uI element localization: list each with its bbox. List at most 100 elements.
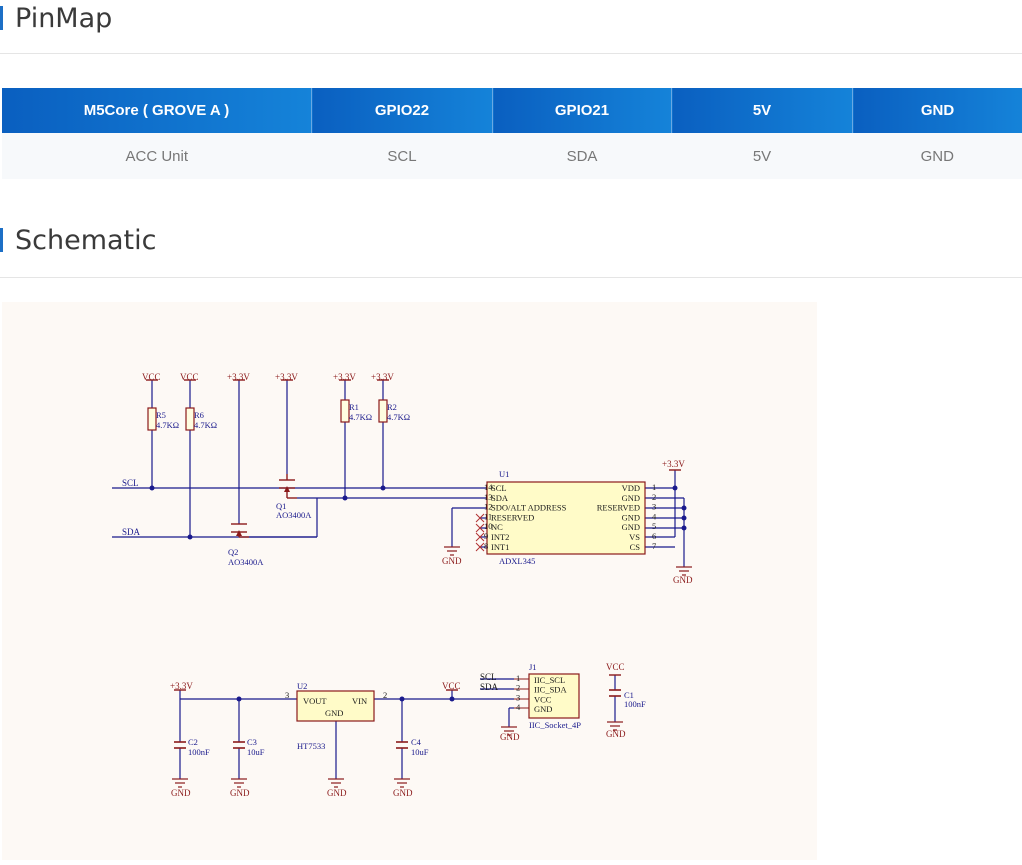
u1-pin-name: SDA: [491, 493, 509, 503]
u1-pin-number: 9: [484, 531, 488, 541]
u1-pin-name: SDO/ALT ADDRESS: [491, 503, 567, 513]
table-cell: 5V: [672, 133, 853, 179]
designator: C3: [247, 737, 257, 747]
u2-pin-number: 2: [383, 690, 387, 700]
column-header: GND: [853, 88, 1022, 133]
u1-pin-number: 14: [484, 482, 493, 492]
heading-accent-bar: [0, 228, 3, 252]
u1-pin-number: 2: [652, 492, 656, 502]
u1-pin-number: 11: [484, 511, 492, 521]
schematic-diagram: VCC VCC +3.3V +3.3V +3.3V +3.3V +3.3V +3…: [2, 302, 817, 860]
gnd-label: GND: [442, 556, 462, 566]
u1-pin-name: NC: [491, 522, 503, 532]
pinmap-table: M5Core ( GROVE A ) GPIO22 GPIO21 5V GND …: [2, 88, 1022, 179]
j1-pin-name: GND: [534, 704, 552, 714]
u1-pin-name: RESERVED: [597, 503, 640, 513]
net-label-sda: SDA: [480, 682, 499, 692]
net-label-scl: SCL: [122, 478, 139, 488]
u1-pin-name: INT2: [491, 532, 509, 542]
component-value: 10uF: [411, 747, 429, 757]
vcc-label: VCC: [142, 372, 161, 382]
u1-pin-number: 4: [652, 511, 657, 521]
v33-label: +3.3V: [662, 459, 685, 469]
table-header-row: M5Core ( GROVE A ) GPIO22 GPIO21 5V GND: [2, 88, 1022, 133]
divider: [0, 277, 1022, 278]
u1-pin-number: 1: [652, 482, 656, 492]
u1-pin-number: 13: [484, 492, 493, 502]
u1-pin-name: GND: [622, 512, 640, 522]
designator: C4: [411, 737, 422, 747]
heading-accent-bar: [0, 6, 3, 30]
table-row: ACC Unit SCL SDA 5V GND: [2, 133, 1022, 179]
j1-pin-name: VCC: [534, 694, 552, 704]
v33-label: +3.3V: [227, 372, 250, 382]
component-value: 10uF: [247, 747, 265, 757]
v33-label: +3.3V: [275, 372, 298, 382]
j1-pin-number: 2: [516, 683, 520, 693]
schematic-image: VCC VCC +3.3V +3.3V +3.3V +3.3V +3.3V +3…: [2, 302, 817, 860]
j1-pin-name: IIC_SCL: [534, 675, 565, 685]
designator: R1: [349, 402, 359, 412]
j1-pin-number: 1: [516, 673, 520, 683]
u1-pin-number: 7: [652, 541, 656, 551]
component-value: ADXL345: [499, 556, 535, 566]
j1-pin-number: 3: [516, 692, 520, 702]
column-header: 5V: [672, 88, 853, 133]
u2-pin-name: VOUT: [303, 696, 327, 706]
component-value: IIC_Socket_4P: [529, 720, 581, 730]
component-value: HT7533: [297, 741, 325, 751]
v33-label: +3.3V: [333, 372, 356, 382]
v33-label: +3.3V: [371, 372, 394, 382]
u1-pin-name: CS: [630, 542, 641, 552]
u1-pin-name: SCL: [491, 483, 507, 493]
u1-pin-number: 12: [484, 502, 493, 512]
u1-pin-name: RESERVED: [491, 512, 534, 522]
component-value: 4.7KΩ: [194, 420, 217, 430]
designator: U2: [297, 681, 307, 691]
designator: R5: [156, 410, 166, 420]
vcc-label: VCC: [606, 662, 625, 672]
gnd-label: GND: [230, 788, 250, 798]
u1-pin-number: 3: [652, 502, 656, 512]
column-header: GPIO22: [312, 88, 493, 133]
u2-pin-name: VIN: [352, 696, 367, 706]
designator: U1: [499, 469, 509, 479]
j1-pin-name: IIC_SDA: [534, 685, 567, 695]
designator: C2: [188, 737, 198, 747]
component-value: 4.7KΩ: [156, 420, 179, 430]
table-cell: ACC Unit: [2, 133, 312, 179]
u1-pin-number: 5: [652, 521, 656, 531]
schematic-title: Schematic: [15, 225, 157, 256]
net-label-scl: SCL: [480, 672, 497, 682]
designator: J1: [529, 662, 537, 672]
gnd-label: GND: [393, 788, 413, 798]
column-header: GPIO21: [493, 88, 672, 133]
table-cell: GND: [853, 133, 1022, 179]
gnd-label: GND: [171, 788, 191, 798]
u2-pin-name: GND: [325, 708, 343, 718]
u2-pin-number: 3: [285, 690, 289, 700]
pinmap-heading: PinMap: [0, 0, 112, 36]
column-header: M5Core ( GROVE A ): [2, 88, 312, 133]
designator: R6: [194, 410, 204, 420]
u1-pin-number: 6: [652, 531, 656, 541]
u1-pin-name: GND: [622, 493, 640, 503]
component-value: 4.7KΩ: [387, 412, 410, 422]
schematic-heading: Schematic: [0, 222, 157, 258]
designator: Q2: [228, 547, 238, 557]
j1-pin-number: 4: [516, 702, 521, 712]
component-value: AO3400A: [276, 510, 312, 520]
pinmap-title: PinMap: [15, 3, 112, 34]
u1-pin-name: VDD: [622, 483, 640, 493]
gnd-label: GND: [500, 732, 520, 742]
component-value: 4.7KΩ: [349, 412, 372, 422]
component-value: 100nF: [188, 747, 210, 757]
u1-pin-name: GND: [622, 522, 640, 532]
u1-pin-name: INT1: [491, 542, 509, 552]
gnd-label: GND: [327, 788, 347, 798]
component-value: 100nF: [624, 699, 646, 709]
table-cell: SCL: [312, 133, 493, 179]
vcc-label: VCC: [442, 681, 461, 691]
u1-pin-number: 8: [484, 541, 488, 551]
divider: [0, 53, 1022, 54]
